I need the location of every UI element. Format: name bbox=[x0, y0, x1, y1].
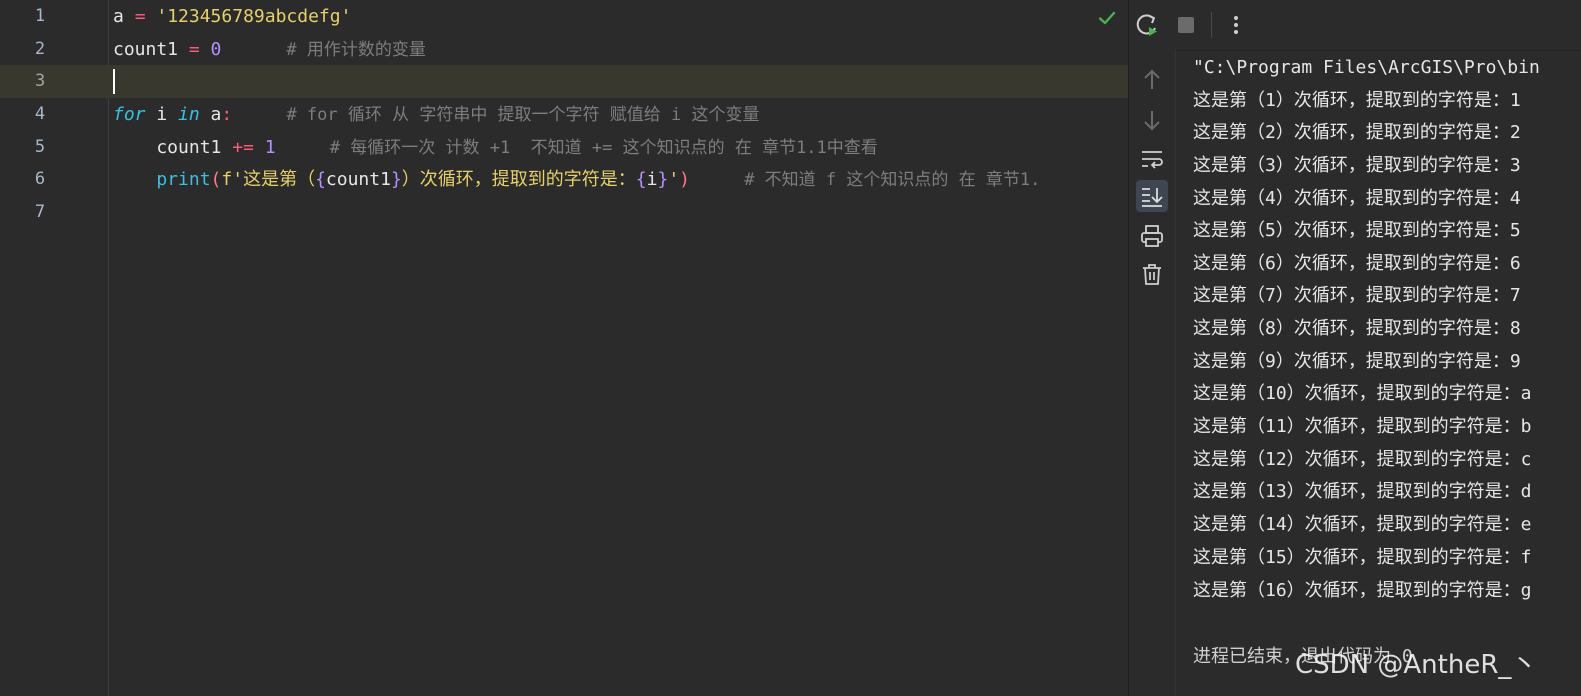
code-comment: # for 循环 从 字符串中 提取一个字符 赋值给 i 这个变量 bbox=[286, 105, 760, 125]
rerun-icon[interactable] bbox=[1133, 10, 1163, 40]
scroll-to-end-icon[interactable] bbox=[1136, 180, 1168, 212]
line-number: 2 bbox=[34, 39, 46, 59]
number-literal: 0 bbox=[210, 39, 222, 60]
code-text: a bbox=[113, 6, 135, 27]
code-comment: # 不知道 f 这个知识点的 在 章节1. bbox=[744, 170, 1041, 190]
brace: } bbox=[657, 169, 669, 190]
number-literal: 1 bbox=[264, 137, 276, 158]
print-icon[interactable] bbox=[1136, 220, 1168, 252]
code-text: count1 bbox=[325, 169, 391, 190]
operator: = bbox=[188, 39, 200, 60]
console-line: 这是第（8）次循环，提取到的字符是：8 bbox=[1193, 318, 1521, 339]
console-line: 这是第（9）次循环，提取到的字符是：9 bbox=[1193, 351, 1521, 372]
line-number: 4 bbox=[34, 104, 46, 124]
console-line: 这是第（7）次循环，提取到的字符是：7 bbox=[1193, 285, 1521, 306]
line-number: 1 bbox=[34, 6, 46, 26]
code-text: count1 bbox=[113, 137, 233, 158]
brace: } bbox=[390, 169, 402, 190]
keyword: for bbox=[113, 104, 146, 125]
console-line: 这是第（15）次循环，提取到的字符是：f bbox=[1193, 547, 1532, 568]
function-name: print bbox=[156, 169, 211, 190]
console-line: 这是第（13）次循环，提取到的字符是：d bbox=[1193, 481, 1532, 502]
string-literal: '123456789abcdefg' bbox=[156, 6, 352, 27]
run-side-toolbar bbox=[1129, 50, 1176, 696]
console-line: 这是第（6）次循环，提取到的字符是：6 bbox=[1193, 253, 1521, 274]
code-text: count1 bbox=[113, 39, 189, 60]
keyword: in bbox=[178, 104, 200, 125]
code-comment: # 每循环一次 计数 +1 不知道 += 这个知识点的 在 章节1.1中查看 bbox=[329, 138, 878, 158]
operator: : bbox=[221, 104, 233, 125]
trash-icon[interactable] bbox=[1136, 258, 1168, 290]
code-text: a bbox=[199, 104, 222, 125]
arrow-up-icon[interactable] bbox=[1136, 64, 1168, 96]
console-line: 这是第（10）次循环，提取到的字符是：a bbox=[1193, 383, 1532, 404]
line-number-current: 3 bbox=[0, 65, 108, 98]
string-literal: ' bbox=[668, 169, 680, 190]
watermark: CSDN @AntheR_丶 bbox=[1295, 650, 1538, 680]
code-line[interactable]: for i in a: # for 循环 从 字符串中 提取一个字符 赋值给 i… bbox=[113, 98, 760, 131]
stop-icon[interactable] bbox=[1171, 10, 1201, 40]
console-line: 这是第（3）次循环，提取到的字符是：3 bbox=[1193, 155, 1521, 176]
soft-wrap-icon[interactable] bbox=[1136, 143, 1168, 175]
toolbar-separator bbox=[1211, 12, 1212, 38]
more-vertical-icon[interactable] bbox=[1221, 10, 1251, 40]
run-toolbar bbox=[1129, 0, 1581, 51]
code-editor[interactable]: 1 2 3 4 5 6 7 a = '123456789abcdefg' cou… bbox=[0, 0, 1138, 696]
operator: += bbox=[232, 137, 254, 158]
line-number-gutter: 1 2 3 4 5 6 7 bbox=[0, 0, 109, 696]
brace: { bbox=[635, 169, 647, 190]
console-line: 这是第（2）次循环，提取到的字符是：2 bbox=[1193, 122, 1521, 143]
console-line: 这是第（12）次循环，提取到的字符是：c bbox=[1193, 449, 1532, 470]
line-number: 7 bbox=[34, 202, 46, 222]
console-line: 这是第（1）次循环，提取到的字符是：1 bbox=[1193, 90, 1521, 111]
code-line[interactable]: count1 += 1 # 每循环一次 计数 +1 不知道 += 这个知识点的 … bbox=[113, 131, 878, 164]
line-number: 6 bbox=[34, 169, 46, 189]
console-line: 这是第（16）次循环，提取到的字符是：g bbox=[1193, 580, 1532, 601]
console-output[interactable]: "C:\Program Files\ArcGIS\Pro\bin 这是第（1）次… bbox=[1193, 52, 1581, 696]
console-line: 这是第（5）次循环，提取到的字符是：5 bbox=[1193, 220, 1521, 241]
code-comment: # 用作计数的变量 bbox=[286, 40, 426, 60]
code-line[interactable]: print(f'这是第（{count1}）次循环，提取到的字符是：{i}') #… bbox=[113, 163, 1040, 196]
line-number: 5 bbox=[34, 137, 46, 157]
check-icon bbox=[1098, 11, 1116, 25]
code-line[interactable]: a = '123456789abcdefg' bbox=[113, 0, 351, 33]
run-tool-window: "C:\Program Files\ArcGIS\Pro\bin 这是第（1）次… bbox=[1128, 0, 1581, 696]
console-line: 这是第（4）次循环，提取到的字符是：4 bbox=[1193, 188, 1521, 209]
console-line: 这是第（11）次循环，提取到的字符是：b bbox=[1193, 416, 1532, 437]
code-text: i bbox=[646, 169, 658, 190]
code-line[interactable]: count1 = 0 # 用作计数的变量 bbox=[113, 33, 426, 66]
brace: { bbox=[315, 169, 326, 190]
operator: = bbox=[134, 6, 146, 27]
arrow-down-icon[interactable] bbox=[1136, 104, 1168, 136]
string-literal: ）次循环，提取到的字符是： bbox=[401, 169, 636, 190]
console-line: 这是第（14）次循环，提取到的字符是：e bbox=[1193, 514, 1532, 535]
console-line: "C:\Program Files\ArcGIS\Pro\bin bbox=[1193, 57, 1540, 78]
code-text: i bbox=[145, 104, 179, 125]
text-caret bbox=[113, 69, 115, 94]
paren: ) bbox=[679, 169, 691, 190]
current-line-highlight bbox=[108, 65, 1138, 98]
string-literal: f'这是第（ bbox=[221, 169, 316, 190]
paren: ( bbox=[210, 169, 222, 190]
